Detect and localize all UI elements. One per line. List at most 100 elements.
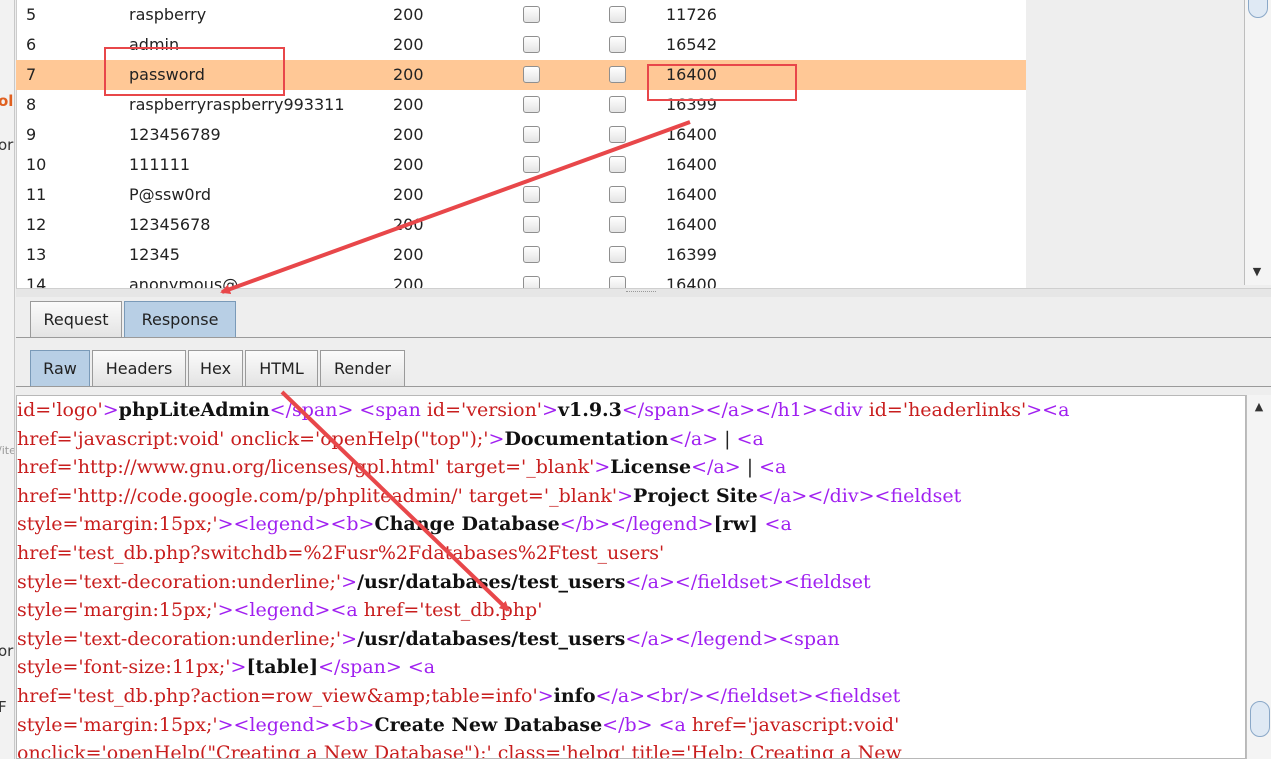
status-cell: 200 <box>393 275 424 288</box>
error-checkbox[interactable] <box>523 186 540 203</box>
scroll-down-icon[interactable]: ▼ <box>1246 262 1268 282</box>
table-row[interactable]: 9 123456789 200 16400 <box>16 120 1026 150</box>
request-number-cell: 10 <box>26 155 47 174</box>
timeout-checkbox[interactable] <box>609 66 626 83</box>
tab-request[interactable]: Request <box>30 301 122 337</box>
length-cell: 16400 <box>666 155 717 174</box>
status-cell: 200 <box>393 65 424 84</box>
code-token: href='http://www.gnu.org/licenses/gpl.ht… <box>17 456 595 479</box>
results-table[interactable]: 5 raspberry 200 11726 6 admin 200 16542 7 passwor… <box>16 0 1026 288</box>
table-row[interactable]: 11 P@ssw0rd 200 16400 <box>16 180 1026 210</box>
timeout-checkbox[interactable] <box>609 156 626 173</box>
code-token: onclick='openHelp("Creating a New Databa… <box>17 742 902 759</box>
code-token: ><legend><b> <box>217 713 375 736</box>
code-token: href='javascript:void' onclick='openHelp… <box>17 427 489 450</box>
scroll-up-icon[interactable]: ▲ <box>1248 397 1270 417</box>
code-token: ><legend><b> <box>217 513 375 536</box>
status-cell: 200 <box>393 95 424 114</box>
payload-cell: raspberry <box>129 5 207 24</box>
side-panel-text-fragment: or <box>0 642 14 660</box>
status-cell: 200 <box>393 5 424 24</box>
tab-divider <box>16 337 1271 338</box>
code-token: > <box>102 399 119 421</box>
error-checkbox[interactable] <box>523 66 540 83</box>
scroll-thumb[interactable] <box>1248 0 1268 18</box>
code-token: > <box>542 399 558 421</box>
side-panel-text-fragment: F <box>0 698 7 716</box>
left-panel-edge: ol or/ite or F <box>0 0 15 759</box>
code-token: ><legend><a <box>217 599 364 622</box>
timeout-checkbox[interactable] <box>609 246 626 263</box>
payload-cell: anonymous@ <box>129 275 239 288</box>
table-row[interactable]: 14 anonymous@ 200 16400 <box>16 270 1026 288</box>
payload-cell: 12345 <box>129 245 180 264</box>
status-cell: 200 <box>393 155 424 174</box>
tab-hex[interactable]: Hex <box>188 350 243 386</box>
timeout-checkbox[interactable] <box>609 6 626 23</box>
timeout-checkbox[interactable] <box>609 186 626 203</box>
payload-cell: P@ssw0rd <box>129 185 212 204</box>
length-cell: 16400 <box>666 215 717 234</box>
request-number-cell: 12 <box>26 215 47 234</box>
error-checkbox[interactable] <box>523 276 540 288</box>
side-panel-text-fragment: /ite <box>0 444 15 457</box>
splitter-grip-icon[interactable] <box>626 291 656 295</box>
table-row[interactable]: 10 111111 200 16400 <box>16 150 1026 180</box>
tab-render[interactable]: Render <box>320 350 405 386</box>
status-cell: 200 <box>393 215 424 234</box>
timeout-checkbox[interactable] <box>609 276 626 288</box>
length-cell: 16399 <box>666 245 717 264</box>
error-checkbox[interactable] <box>523 96 540 113</box>
tab-html[interactable]: HTML <box>245 350 318 386</box>
code-token: [rw] <box>713 513 765 536</box>
tab-headers[interactable]: Headers <box>92 350 186 386</box>
response-raw-editor[interactable]: id='logo'>phpLiteAdmin</span> <span id='… <box>16 395 1246 759</box>
code-token: </a></div><fieldset <box>757 484 962 507</box>
status-cell: 200 <box>393 125 424 144</box>
code-line: style='margin:15px;'><legend><a href='te… <box>17 596 542 624</box>
code-line: style='margin:15px;'><legend><b>Change D… <box>17 510 792 538</box>
table-row[interactable]: 13 12345 200 16399 <box>16 240 1026 270</box>
request-number-cell: 8 <box>26 95 37 114</box>
code-token: href='test_db.php' <box>363 599 543 622</box>
error-checkbox[interactable] <box>523 156 540 173</box>
code-token: phpLiteAdmin <box>118 399 270 421</box>
pane-splitter[interactable] <box>16 288 1271 297</box>
code-token: /usr/databases/test_users <box>357 570 626 593</box>
error-checkbox[interactable] <box>523 246 540 263</box>
code-line: href='http://code.google.com/p/phplitead… <box>17 482 961 510</box>
results-scrollbar[interactable]: ▼ <box>1244 0 1271 285</box>
code-token: > <box>617 484 634 507</box>
code-token: > <box>341 570 358 593</box>
request-number-cell: 11 <box>26 185 47 204</box>
code-line: href='test_db.php?action=row_view&amp;ta… <box>17 682 900 710</box>
annotation-box-length <box>647 64 797 101</box>
payload-cell: 111111 <box>129 155 191 174</box>
code-token: style='text-decoration:underline;' <box>17 627 342 650</box>
error-checkbox[interactable] <box>523 216 540 233</box>
tab-raw[interactable]: Raw <box>30 350 90 386</box>
timeout-checkbox[interactable] <box>609 36 626 53</box>
payload-cell: 123456789 <box>129 125 221 144</box>
code-token: <a <box>759 456 787 479</box>
error-checkbox[interactable] <box>523 6 540 23</box>
code-token: > <box>537 685 554 707</box>
timeout-checkbox[interactable] <box>609 96 626 113</box>
code-line: href='http://www.gnu.org/licenses/gpl.ht… <box>17 453 786 481</box>
code-token: /usr/databases/test_users <box>357 627 626 650</box>
error-checkbox[interactable] <box>523 126 540 143</box>
scroll-thumb[interactable] <box>1250 701 1270 737</box>
code-token: Change Database <box>374 513 560 536</box>
code-token: v1.9.3 <box>557 399 622 421</box>
table-row[interactable]: 5 raspberry 200 11726 <box>16 0 1026 30</box>
table-row[interactable]: 12 12345678 200 16400 <box>16 210 1026 240</box>
tab-response[interactable]: Response <box>124 301 236 337</box>
timeout-checkbox[interactable] <box>609 126 626 143</box>
error-checkbox[interactable] <box>523 36 540 53</box>
code-token: Documentation <box>504 427 669 450</box>
code-token: style='text-decoration:underline;' <box>17 570 342 593</box>
response-scrollbar[interactable]: ▲ <box>1246 395 1271 759</box>
payload-cell: 12345678 <box>129 215 211 234</box>
code-line: href='test_db.php?switchdb=%2Fusr%2Fdata… <box>17 539 664 567</box>
timeout-checkbox[interactable] <box>609 216 626 233</box>
